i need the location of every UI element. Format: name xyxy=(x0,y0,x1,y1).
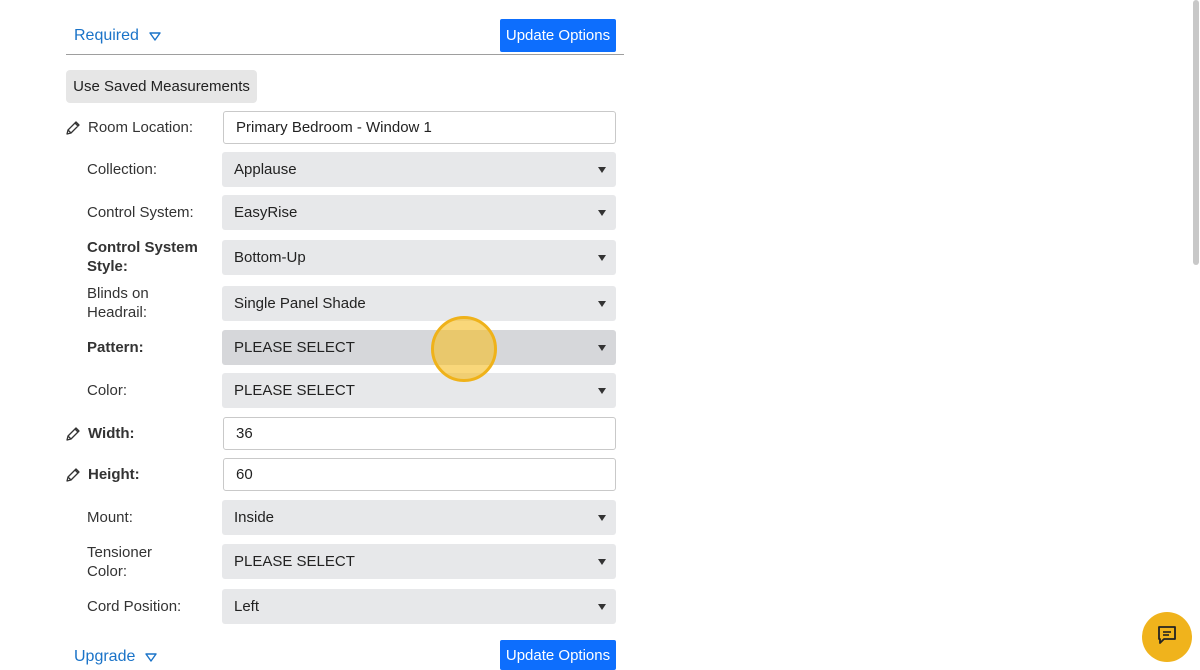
tensioner-color-label: Tensioner Color: xyxy=(87,544,153,580)
pencil-icon xyxy=(65,120,81,136)
triangle-down-icon xyxy=(598,514,606,521)
control-system-select[interactable]: EasyRise xyxy=(222,195,616,230)
collection-value: Applause xyxy=(234,161,297,178)
triangle-down-icon xyxy=(598,344,606,351)
mount-label: Mount: xyxy=(87,509,133,526)
mount-value: Inside xyxy=(234,509,275,526)
click-highlight xyxy=(431,316,497,382)
room-location-label: Room Location: xyxy=(88,119,194,136)
required-section-label: Required xyxy=(74,27,139,44)
triangle-down-icon xyxy=(598,254,606,261)
triangle-down-icon xyxy=(598,166,606,173)
section-divider xyxy=(66,54,624,55)
collection-select[interactable]: Applause xyxy=(222,152,616,187)
cord-position-label: Cord Position: xyxy=(87,598,182,615)
update-options-button-top[interactable]: Update Options xyxy=(500,19,616,52)
control-system-value: EasyRise xyxy=(234,204,298,221)
tensioner-color-select[interactable]: PLEASE SELECT xyxy=(222,544,616,579)
color-value: PLEASE SELECT xyxy=(234,382,355,399)
caret-down-outline-icon xyxy=(149,31,161,41)
height-input[interactable]: 60 xyxy=(223,458,616,491)
mount-select[interactable]: Inside xyxy=(222,500,616,535)
update-options-button-bottom[interactable]: Update Options xyxy=(500,640,616,670)
pattern-select[interactable]: PLEASE SELECT xyxy=(222,330,616,365)
cord-position-value: Left xyxy=(234,598,260,615)
tensioner-color-value: PLEASE SELECT xyxy=(234,553,355,570)
use-saved-measurements-button[interactable]: Use Saved Measurements xyxy=(66,70,257,103)
cord-position-select[interactable]: Left xyxy=(222,589,616,624)
triangle-down-icon xyxy=(598,300,606,307)
color-label: Color: xyxy=(87,382,128,399)
triangle-down-icon xyxy=(598,558,606,565)
scrollbar-thumb[interactable] xyxy=(1193,0,1199,265)
triangle-down-icon xyxy=(598,387,606,394)
chat-icon xyxy=(1156,624,1178,651)
pattern-label: Pattern: xyxy=(87,339,144,356)
upgrade-section-label: Upgrade xyxy=(74,648,136,665)
control-system-label: Control System: xyxy=(87,204,194,221)
pencil-icon xyxy=(65,426,81,442)
control-system-style-select[interactable]: Bottom-Up xyxy=(222,240,616,275)
pattern-value: PLEASE SELECT xyxy=(234,339,355,356)
collection-label: Collection: xyxy=(87,161,158,178)
pencil-icon xyxy=(65,467,81,483)
blinds-on-headrail-value: Single Panel Shade xyxy=(234,295,366,312)
color-select[interactable]: PLEASE SELECT xyxy=(222,373,616,408)
required-section-toggle[interactable]: Required xyxy=(74,26,161,46)
chat-button[interactable] xyxy=(1142,612,1192,662)
triangle-down-icon xyxy=(598,603,606,610)
triangle-down-icon xyxy=(598,209,606,216)
width-label: Width: xyxy=(88,425,135,442)
caret-down-outline-icon xyxy=(145,652,158,662)
control-system-style-label: Control System Style: xyxy=(87,239,198,275)
upgrade-section-toggle[interactable]: Upgrade xyxy=(74,647,158,667)
blinds-on-headrail-select[interactable]: Single Panel Shade xyxy=(222,286,616,321)
control-system-style-value: Bottom-Up xyxy=(234,249,306,266)
width-input[interactable]: 36 xyxy=(223,417,616,450)
height-label: Height: xyxy=(88,466,140,483)
room-location-input[interactable]: Primary Bedroom - Window 1 xyxy=(223,111,616,144)
blinds-on-headrail-label: Blinds on Headrail: xyxy=(87,285,149,321)
